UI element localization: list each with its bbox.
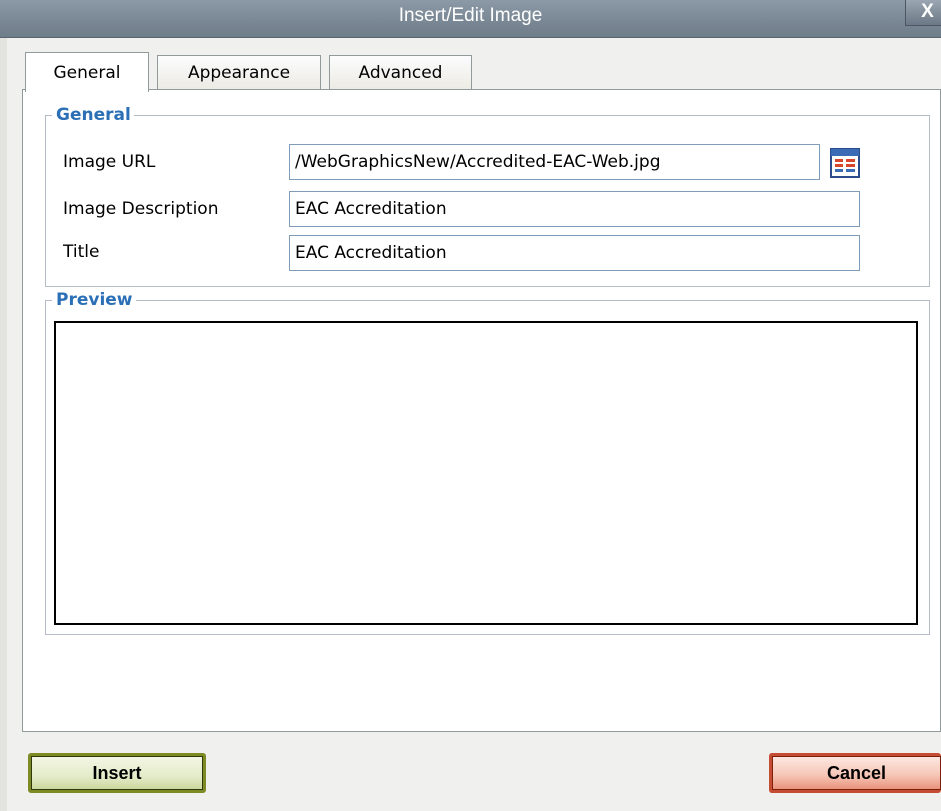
tab-appearance-label: Appearance — [187, 63, 291, 83]
tab-advanced[interactable]: Advanced — [329, 55, 472, 91]
insert-button[interactable]: Insert — [28, 753, 206, 793]
dialog-left-edge — [0, 38, 7, 811]
image-description-input[interactable]: EAC Accreditation — [289, 191, 860, 227]
close-icon[interactable]: X — [905, 0, 941, 26]
title-input[interactable]: EAC Accreditation — [289, 235, 860, 271]
image-url-label: Image URL — [63, 152, 156, 172]
tab-general-label: General — [53, 63, 121, 83]
dialog-title: Insert/Edit Image — [398, 5, 543, 26]
preview-legend: Preview — [52, 289, 136, 311]
file-browser-icon[interactable] — [829, 147, 861, 179]
image-description-label: Image Description — [63, 199, 219, 219]
general-legend: General — [52, 104, 134, 126]
title-label: Title — [63, 242, 100, 262]
tab-general[interactable]: General — [25, 52, 149, 92]
tab-advanced-label: Advanced — [358, 63, 443, 83]
tab-appearance[interactable]: Appearance — [157, 55, 321, 91]
dialog-titlebar[interactable]: Insert/Edit Image X — [0, 0, 941, 38]
cancel-button[interactable]: Cancel — [769, 753, 941, 793]
image-url-input[interactable]: /WebGraphicsNew/Accredited-EAC-Web.jpg — [289, 144, 820, 180]
image-preview — [54, 321, 918, 625]
